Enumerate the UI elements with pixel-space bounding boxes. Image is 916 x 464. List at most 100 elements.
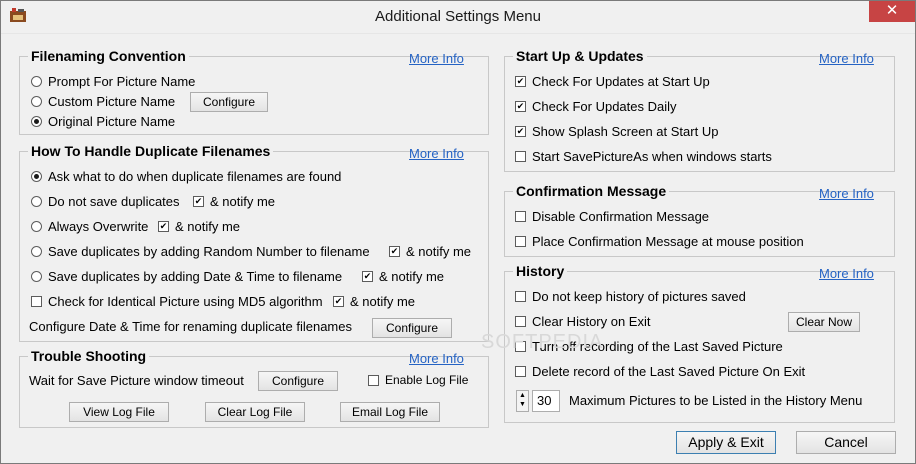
checkbox[interactable] <box>333 295 344 307</box>
radio-do-not-save[interactable]: Do not save duplicates <box>31 192 180 210</box>
date-time-config-label: Configure Date & Time for renaming dupli… <box>29 319 352 334</box>
checkbox-label: & notify me <box>350 293 416 309</box>
checkbox[interactable] <box>515 235 526 247</box>
radio-indicator[interactable] <box>31 245 42 257</box>
checkbox-label: Delete record of the Last Saved Picture … <box>532 363 806 379</box>
checkbox[interactable] <box>515 290 526 302</box>
trouble-group: Trouble Shooting More Info Wait for Save… <box>19 348 489 428</box>
radio-label: Original Picture Name <box>48 113 176 129</box>
custom-name-configure-button[interactable]: Configure <box>190 92 268 112</box>
checkbox-label: Check For Updates Daily <box>532 98 677 114</box>
max-pictures-label: Maximum Pictures to be Listed in the His… <box>569 393 863 408</box>
window-title: Additional Settings Menu <box>375 8 541 25</box>
checkbox[interactable] <box>515 75 526 87</box>
checkbox-label: & notify me <box>379 268 445 284</box>
radio-label: Ask what to do when duplicate filenames … <box>48 168 342 184</box>
settings-window: Additional Settings Menu ✕ Filenaming Co… <box>0 0 916 464</box>
checkbox[interactable] <box>158 220 169 232</box>
check-updates-daily[interactable]: Check For Updates Daily <box>515 97 677 115</box>
show-splash-screen[interactable]: Show Splash Screen at Start Up <box>515 122 718 140</box>
timeout-label: Wait for Save Picture window timeout <box>29 373 244 388</box>
checkbox[interactable] <box>368 374 379 386</box>
clear-log-button[interactable]: Clear Log File <box>205 402 305 422</box>
close-button[interactable]: ✕ <box>869 1 915 22</box>
duplicates-group: How To Handle Duplicate Filenames More I… <box>19 143 489 342</box>
notify-do-not-save[interactable]: & notify me <box>193 192 275 210</box>
checkbox[interactable] <box>515 315 526 327</box>
startup-more-info-link[interactable]: More Info <box>819 51 874 66</box>
duplicates-more-info-link[interactable]: More Info <box>409 146 464 161</box>
radio-indicator[interactable] <box>31 270 42 282</box>
delete-last-saved[interactable]: Delete record of the Last Saved Picture … <box>515 362 805 380</box>
radio-indicator[interactable] <box>31 195 42 207</box>
radio-overwrite[interactable]: Always Overwrite <box>31 217 148 235</box>
confirmation-at-mouse[interactable]: Place Confirmation Message at mouse posi… <box>515 232 804 250</box>
start-with-windows[interactable]: Start SavePictureAs when windows starts <box>515 147 772 165</box>
notify-date-time[interactable]: & notify me <box>362 267 444 285</box>
radio-indicator[interactable] <box>31 75 42 87</box>
clear-now-button[interactable]: Clear Now <box>788 312 860 332</box>
checkbox[interactable] <box>362 270 373 282</box>
checkbox[interactable] <box>515 100 526 112</box>
checkbox[interactable] <box>515 365 526 377</box>
radio-original-name[interactable]: Original Picture Name <box>31 112 175 130</box>
date-time-configure-button[interactable]: Configure <box>372 318 452 338</box>
history-more-info-link[interactable]: More Info <box>819 266 874 281</box>
max-pictures-spinner[interactable]: ▲ ▼ <box>516 390 529 412</box>
notify-random-number[interactable]: & notify me <box>389 242 471 260</box>
radio-indicator[interactable] <box>31 95 42 107</box>
view-log-button[interactable]: View Log File <box>69 402 169 422</box>
radio-custom-name[interactable]: Custom Picture Name <box>31 92 175 110</box>
trouble-title: Trouble Shooting <box>28 348 150 364</box>
checkbox-label: Do not keep history of pictures saved <box>532 288 746 304</box>
checkbox[interactable] <box>31 295 42 307</box>
trouble-more-info-link[interactable]: More Info <box>409 351 464 366</box>
radio-indicator[interactable] <box>31 115 42 127</box>
radio-label: Custom Picture Name <box>48 93 176 109</box>
no-history[interactable]: Do not keep history of pictures saved <box>515 287 746 305</box>
enable-log-check[interactable]: Enable Log File <box>368 371 468 389</box>
md5-check[interactable]: Check for Identical Picture using MD5 al… <box>31 292 323 310</box>
confirmation-more-info-link[interactable]: More Info <box>819 186 874 201</box>
title-bar: Additional Settings Menu ✕ <box>1 1 915 34</box>
radio-indicator[interactable] <box>31 220 42 232</box>
checkbox-label: & notify me <box>406 243 472 259</box>
notify-md5[interactable]: & notify me <box>333 292 415 310</box>
radio-ask[interactable]: Ask what to do when duplicate filenames … <box>31 167 341 185</box>
clear-history-on-exit[interactable]: Clear History on Exit <box>515 312 650 330</box>
checkbox-label: Enable Log File <box>385 373 469 387</box>
checkbox-label: Disable Confirmation Message <box>532 208 710 224</box>
notify-overwrite[interactable]: & notify me <box>158 217 240 235</box>
radio-date-time[interactable]: Save duplicates by adding Date & Time to… <box>31 267 342 285</box>
confirmation-group: Confirmation Message More Info Disable C… <box>504 183 895 257</box>
disable-confirmation[interactable]: Disable Confirmation Message <box>515 207 709 225</box>
filenaming-title: Filenaming Convention <box>28 48 189 64</box>
filenaming-group: Filenaming Convention More Info Prompt F… <box>19 48 489 135</box>
checkbox[interactable] <box>193 195 204 207</box>
checkbox[interactable] <box>515 125 526 137</box>
duplicates-title: How To Handle Duplicate Filenames <box>28 143 274 159</box>
checkbox-label: & notify me <box>175 218 241 234</box>
max-pictures-input[interactable]: 30 <box>532 390 560 412</box>
filenaming-more-info-link[interactable]: More Info <box>409 51 464 66</box>
checkbox-label: Place Confirmation Message at mouse posi… <box>532 233 804 249</box>
checkbox-label: Show Splash Screen at Start Up <box>532 123 719 139</box>
startup-group: Start Up & Updates More Info Check For U… <box>504 48 895 172</box>
cancel-button[interactable]: Cancel <box>796 431 896 454</box>
checkbox-label: Check for Identical Picture using MD5 al… <box>48 293 323 309</box>
radio-prompt-name[interactable]: Prompt For Picture Name <box>31 72 195 90</box>
timeout-configure-button[interactable]: Configure <box>258 371 338 391</box>
apply-exit-button[interactable]: Apply & Exit <box>676 431 776 454</box>
checkbox[interactable] <box>515 210 526 222</box>
checkbox[interactable] <box>389 245 400 257</box>
radio-label: Do not save duplicates <box>48 193 180 209</box>
radio-label: Prompt For Picture Name <box>48 73 196 89</box>
radio-random-number[interactable]: Save duplicates by adding Random Number … <box>31 242 370 260</box>
radio-label: Save duplicates by adding Date & Time to… <box>48 268 343 284</box>
email-log-button[interactable]: Email Log File <box>340 402 440 422</box>
radio-indicator[interactable] <box>31 170 42 182</box>
check-updates-startup[interactable]: Check For Updates at Start Up <box>515 72 710 90</box>
startup-title: Start Up & Updates <box>513 48 647 64</box>
checkbox[interactable] <box>515 150 526 162</box>
history-title: History <box>513 263 568 279</box>
